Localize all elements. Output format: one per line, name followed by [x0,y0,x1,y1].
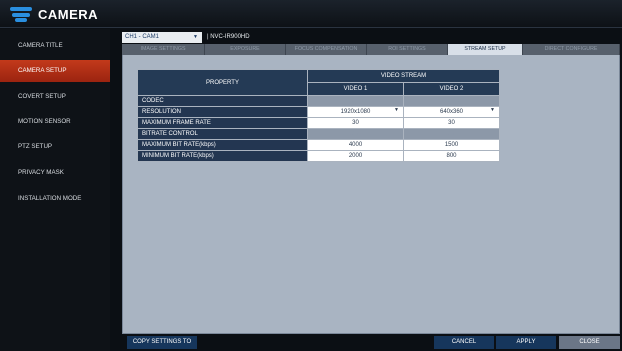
tab-stream-setup[interactable]: STREAM SETUP [448,44,523,55]
table-row: RESOLUTION 1920x1080 ▼ 640x360 ▼ [137,106,500,118]
codec-video1: H.264 [307,95,404,107]
close-button[interactable]: CLOSE [559,336,620,349]
chevron-down-icon: ▼ [394,107,399,113]
table-row: CODEC H.264 H.264 [137,95,500,107]
row-label-min-bit-rate: MINIMUM BIT RATE(kbps) [137,150,308,162]
codec-video2: H.264 [403,95,500,107]
min-bit-rate-video1[interactable]: 2000 [307,150,404,162]
table-row: MAXIMUM FRAME RATE 30 30 [137,117,500,129]
tab-focus-compensation[interactable]: FOCUS COMPENSATION [286,44,367,55]
table-row: BITRATE CONTROL CBR CBR [137,128,500,140]
sidebar-item-ptz-setup[interactable]: PTZ SETUP [0,136,110,158]
max-frame-rate-video2[interactable]: 30 [403,117,500,129]
tab-image-settings[interactable]: IMAGE SETTINGS [122,44,205,55]
chevron-down-icon: ▼ [193,34,198,40]
apply-button[interactable]: APPLY [496,336,556,349]
tab-roi-settings[interactable]: ROI SETTINGS [367,44,448,55]
bitrate-control-video1: CBR [307,128,404,140]
video-stream-header: VIDEO STREAM [307,69,500,83]
bitrate-control-video2: CBR [403,128,500,140]
row-label-max-frame-rate: MAXIMUM FRAME RATE [137,117,308,129]
row-label-max-bit-rate: MAXIMUM BIT RATE(kbps) [137,139,308,151]
cancel-button[interactable]: CANCEL [434,336,494,349]
property-header: PROPERTY [137,69,308,96]
row-label-bitrate-control: BITRATE CONTROL [137,128,308,140]
copy-settings-button[interactable]: COPY SETTINGS TO [127,336,197,349]
sidebar-item-privacy-mask[interactable]: PRIVACY MASK [0,162,110,184]
sidebar-item-covert-setup[interactable]: COVERT SETUP [0,86,110,108]
resolution-video2-select[interactable]: 640x360 ▼ [403,106,500,118]
table-row: MAXIMUM BIT RATE(kbps) 4000 1500 [137,139,500,151]
camera-model-label: | NVC-IR900HD [207,34,250,40]
sidebar-item-motion-sensor[interactable]: MOTION SENSOR [0,111,110,133]
video1-header: VIDEO 1 [307,82,404,96]
max-bit-rate-video2[interactable]: 1500 [403,139,500,151]
table-row: MINIMUM BIT RATE(kbps) 2000 800 [137,150,500,162]
resolution-video2-value: 640x360 [439,109,464,115]
stream-settings-table: PROPERTY VIDEO STREAM VIDEO 1 VIDEO 2 CO… [137,69,500,162]
channel-select-value: CH1 - CAM1 [125,34,160,40]
row-label-codec: CODEC [137,95,308,107]
sidebar-item-installation-mode[interactable]: INSTALLATION MODE [0,188,110,210]
row-label-resolution: RESOLUTION [137,106,308,118]
title-bar: CAMERA [0,0,622,28]
resolution-video1-select[interactable]: 1920x1080 ▼ [307,106,404,118]
sidebar-item-camera-setup[interactable]: CAMERA SETUP [0,60,110,82]
resolution-video1-value: 1920x1080 [340,109,371,115]
min-bit-rate-video2[interactable]: 800 [403,150,500,162]
tab-direct-configure[interactable]: DIRECT CONFIGURE [523,44,620,55]
max-frame-rate-video1[interactable]: 30 [307,117,404,129]
channel-select[interactable]: CH1 - CAM1 ▼ [122,32,202,43]
sidebar: CAMERA TITLE CAMERA SETUP COVERT SETUP M… [0,29,110,351]
camera-logo-icon [10,7,32,22]
sidebar-item-camera-title[interactable]: CAMERA TITLE [0,35,110,57]
max-bit-rate-video1[interactable]: 4000 [307,139,404,151]
chevron-down-icon: ▼ [490,107,495,113]
video2-header: VIDEO 2 [403,82,500,96]
app-title: CAMERA [38,7,99,22]
tab-exposure[interactable]: EXPOSURE [205,44,286,55]
